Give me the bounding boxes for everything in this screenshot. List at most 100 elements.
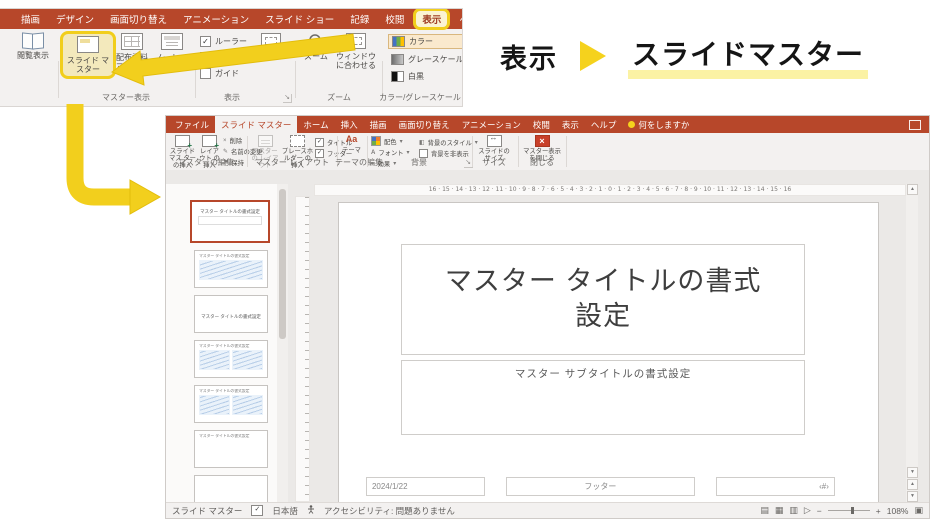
- show-checkbox-2[interactable]: グリッド線: [200, 52, 255, 63]
- ribbon-display-options-icon[interactable]: [909, 120, 921, 130]
- reading-view-icon-status[interactable]: ▥: [789, 505, 798, 516]
- horizontal-ruler: 16 · 15 · 14 · 13 · 12 · 11 · 10 · 9 · 8…: [314, 184, 906, 196]
- window-tab-4[interactable]: 挿入: [335, 116, 364, 133]
- notes-button[interactable]: ノート: [256, 33, 286, 61]
- rename-icon: ✎: [223, 149, 229, 155]
- zoom-button[interactable]: ズーム: [300, 33, 332, 61]
- show-checkbox-3[interactable]: ガイド: [200, 68, 255, 79]
- slide-number-placeholder[interactable]: ‹#›: [716, 476, 835, 497]
- group-size-label: サイズ: [482, 158, 506, 167]
- fit-slide-icon[interactable]: ▣: [914, 505, 923, 516]
- slide-thumbnail-7[interactable]: [194, 475, 268, 502]
- window-tab-1[interactable]: ファイル: [169, 116, 215, 133]
- slideshow-icon[interactable]: ▷: [804, 505, 811, 516]
- group-show-label: 表示: [224, 93, 240, 102]
- window-content: マスター タイトルの書式設定 マスター タイトルの書式設定 マスター タイトルの書式…: [166, 170, 929, 505]
- master-title-line2: 設定: [575, 301, 632, 332]
- mini-tab-9[interactable]: ヘルプ: [452, 9, 462, 29]
- zoom-slider[interactable]: [827, 507, 870, 514]
- slide-thumbnail-1[interactable]: マスター タイトルの書式設定: [190, 200, 270, 243]
- delete-label: 削除: [229, 138, 243, 145]
- slide-thumbnail-6[interactable]: マスター タイトルの書式設定: [194, 430, 268, 468]
- window-tab-8[interactable]: 校閲: [527, 116, 556, 133]
- colors-button[interactable]: 配色 ▾: [371, 136, 410, 146]
- date-placeholder[interactable]: 2024/1/22: [365, 476, 485, 497]
- window-tab-6[interactable]: 画面切り替え: [393, 116, 456, 133]
- color-mode-icon: [391, 54, 404, 65]
- mini-tab-4[interactable]: アニメーション: [176, 9, 256, 29]
- group-master-layout-label: マスター レイアウト: [254, 158, 330, 167]
- slide-thumbnail-3[interactable]: マスター タイトルの書式設定: [194, 295, 268, 333]
- previous-slide-icon[interactable]: ▲: [907, 479, 918, 490]
- colors-icon: [371, 136, 381, 146]
- date-text: 2024/1/22: [371, 482, 408, 492]
- window-tab-2[interactable]: スライド マスター: [215, 116, 298, 133]
- status-accessibility[interactable]: アクセシビリティ: 問題ありません: [324, 505, 455, 517]
- vertical-scrollbar[interactable]: ▲ ▼ ▲ ▼: [906, 184, 918, 502]
- scroll-up-icon[interactable]: ▲: [907, 184, 918, 195]
- zoom-out-icon[interactable]: −: [817, 506, 822, 516]
- page: 描画デザイン画面切り替えアニメーションスライド ショー記録校閲表示ヘルプ♀ 閲覧…: [0, 0, 940, 528]
- notes-label: ノート: [259, 52, 283, 61]
- show-checkbox-1[interactable]: ✓ ルーラー: [200, 36, 255, 47]
- zoom-icon: [307, 33, 325, 49]
- footer-placeholder[interactable]: フッター: [506, 476, 695, 497]
- zoom-in-icon[interactable]: +: [876, 506, 881, 516]
- fonts-label: フォント: [378, 150, 404, 157]
- scroll-down-icon[interactable]: ▼: [907, 467, 918, 478]
- window-tab-9[interactable]: 表示: [556, 116, 585, 133]
- slide-sorter-icon[interactable]: ▦: [775, 505, 784, 516]
- color-mode-1[interactable]: カラー: [388, 34, 462, 49]
- spell-check-icon[interactable]: ✓: [251, 505, 264, 516]
- mini-tab-2[interactable]: デザイン: [49, 9, 101, 29]
- background-styles-button[interactable]: ◧ 背景のスタイル ▾: [419, 138, 478, 147]
- slide-thumbnail-2[interactable]: マスター タイトルの書式設定: [194, 250, 268, 288]
- fonts-icon: A: [371, 149, 376, 156]
- slide-thumbnail-4[interactable]: マスター タイトルの書式設定: [194, 340, 268, 378]
- group-edit-theme-label: テーマの編集: [335, 158, 383, 167]
- background-styles-icon: ◧: [419, 140, 425, 146]
- tell-me-box[interactable]: 何をしますか: [622, 116, 695, 133]
- notes-master-button[interactable]: ノート マスター: [153, 33, 191, 71]
- mini-tab-8[interactable]: 表示: [413, 9, 451, 30]
- master-slide[interactable]: マスター タイトルの書式 設定 マスター サブタイトルの書式設定 2024/1/…: [338, 202, 879, 505]
- title-placeholder[interactable]: マスター タイトルの書式 設定: [400, 243, 806, 355]
- subtitle-placeholder[interactable]: マスター サブタイトルの書式設定: [400, 359, 806, 435]
- window-tab-3[interactable]: ホーム: [297, 116, 334, 133]
- master-subtitle: マスター サブタイトルの書式設定: [514, 367, 692, 380]
- mini-tab-6[interactable]: 記録: [343, 9, 376, 29]
- callout-arrow-icon: [580, 41, 606, 71]
- mini-tab-7[interactable]: 校閲: [378, 9, 411, 29]
- reading-view-button[interactable]: 閲覧表示: [10, 33, 56, 60]
- slide-size-icon: [486, 134, 502, 147]
- fonts-button[interactable]: A フォント ▾: [371, 148, 410, 158]
- mini-tab-3[interactable]: 画面切り替え: [103, 9, 174, 29]
- slide-master-ribbon: スライド マス ターの挿入 レイアウト の挿入 ×削除 ✎名前の変更 ⚑保持 マ…: [166, 133, 929, 171]
- handout-master-button[interactable]: 配布資料 マスター: [112, 33, 152, 71]
- normal-view-icon[interactable]: ▤: [760, 505, 769, 516]
- notes-master-icon: [161, 33, 183, 50]
- color-mode-3[interactable]: 白黒: [388, 70, 462, 83]
- window-tab-10[interactable]: ヘルプ: [585, 116, 623, 133]
- next-slide-icon[interactable]: ▼: [907, 491, 918, 502]
- delete-icon: ×: [223, 137, 227, 144]
- themes-button[interactable]: Aa テーマ: [340, 134, 363, 155]
- window-tab-5[interactable]: 描画: [364, 116, 393, 133]
- slide-master-icon: [77, 36, 99, 53]
- window-tab-7[interactable]: アニメーション: [456, 116, 527, 133]
- title-checkbox-icon: ✓: [315, 138, 324, 147]
- group-master-views-label: マスター表示: [102, 93, 150, 102]
- slide-master-button[interactable]: スライド マスター: [60, 31, 116, 80]
- mini-tab-1[interactable]: 描画: [14, 9, 47, 29]
- show-dialog-launcher[interactable]: ↘: [283, 94, 292, 103]
- group-edit-master-label: マスターの編集: [178, 158, 234, 167]
- zoom-percent[interactable]: 108%: [887, 506, 909, 516]
- color-mode-2[interactable]: グレースケール: [388, 53, 462, 66]
- thumbnail-scrollbar[interactable]: [277, 184, 288, 502]
- status-language[interactable]: 日本語: [272, 505, 298, 517]
- fit-to-window-button[interactable]: ウィンドウ に合わせる: [334, 33, 378, 70]
- slide-thumbnail-5[interactable]: マスター タイトルの書式設定: [194, 385, 268, 423]
- mini-tab-5[interactable]: スライド ショー: [258, 9, 341, 29]
- slide-number-text: ‹#›: [819, 482, 829, 492]
- status-bar: スライド マスター ✓ 日本語 アクセシビリティ: 問題ありません ▤ ▦ ▥ …: [166, 502, 929, 518]
